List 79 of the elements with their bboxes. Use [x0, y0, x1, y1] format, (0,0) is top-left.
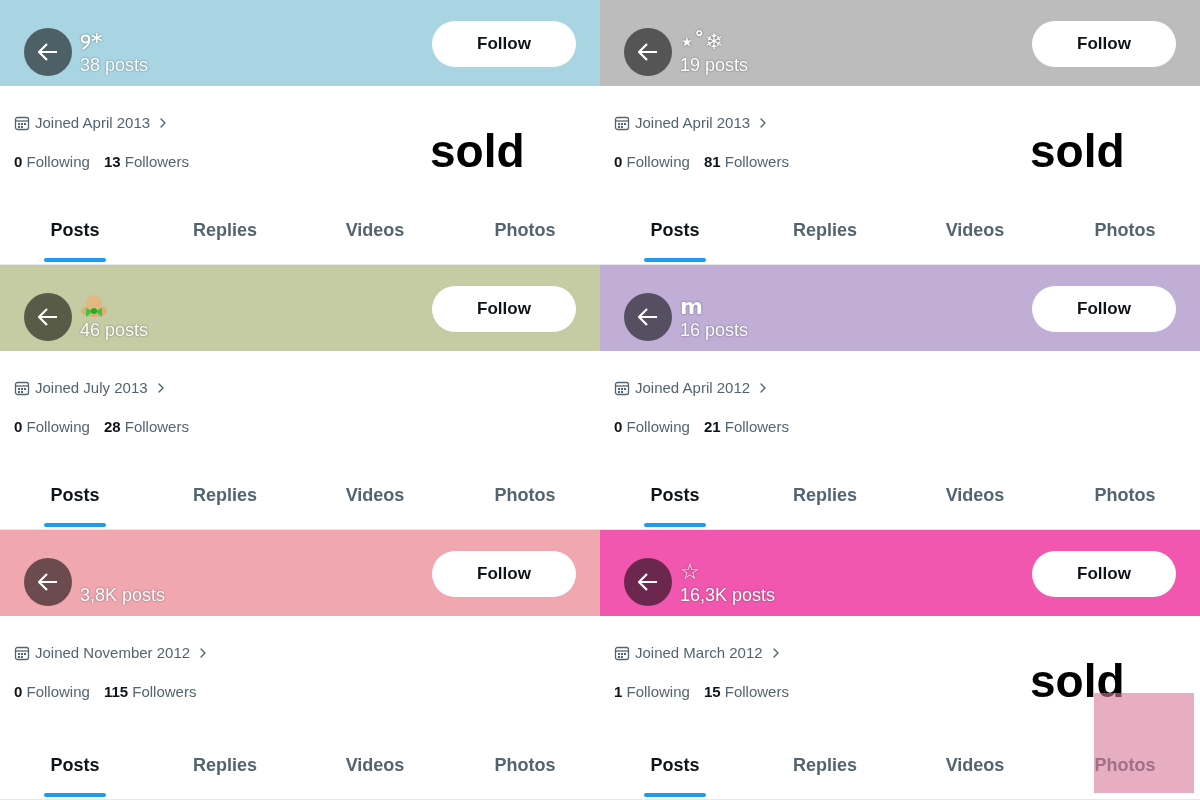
profile-tab[interactable]: Videos	[900, 461, 1050, 529]
joined-date: Joined July 2013	[35, 379, 148, 396]
back-button[interactable]	[624, 293, 672, 341]
profile-tab[interactable]: Replies	[750, 196, 900, 264]
back-arrow-icon	[638, 43, 658, 61]
profile-tab[interactable]: Photos	[450, 196, 600, 264]
profile-tab[interactable]: Replies	[750, 461, 900, 529]
following-count[interactable]: 0 Following	[14, 153, 90, 170]
profile-tab[interactable]: Replies	[150, 731, 300, 799]
profile-tab[interactable]: Replies	[150, 196, 300, 264]
profile-tab[interactable]: Photos	[1050, 196, 1200, 264]
following-count[interactable]: 0 Following	[614, 418, 690, 435]
post-count: 19 posts	[680, 54, 750, 76]
profile-tab[interactable]: Videos	[300, 196, 450, 264]
calendar-icon	[614, 114, 630, 131]
profile-tab[interactable]: Videos	[900, 196, 1050, 264]
post-count: 38 posts	[80, 54, 150, 76]
follow-button[interactable]: Follow	[1032, 551, 1176, 597]
back-button[interactable]	[624, 28, 672, 76]
profile-tab[interactable]: Posts	[0, 196, 150, 264]
following-count[interactable]: 1 Following	[614, 683, 690, 700]
follow-button[interactable]: Follow	[1032, 21, 1176, 67]
back-arrow-icon	[38, 573, 58, 591]
profile-tab[interactable]: Posts	[0, 731, 150, 799]
profile-tab[interactable]: Videos	[900, 731, 1050, 799]
calendar-icon	[614, 379, 630, 396]
calendar-icon	[14, 379, 30, 396]
profile-tab[interactable]: Photos	[450, 731, 600, 799]
follow-button[interactable]: Follow	[432, 551, 576, 597]
profile-tab[interactable]: Videos	[300, 461, 450, 529]
joined-date: Joined March 2012	[635, 644, 763, 661]
post-count: 16 posts	[680, 319, 750, 341]
post-count: 46 posts	[80, 319, 150, 341]
profile-name: ☆	[680, 560, 701, 584]
follow-button[interactable]: Follow	[1032, 286, 1176, 332]
profile-tab[interactable]: Photos	[1050, 461, 1200, 529]
profile-tab[interactable]: Replies	[150, 461, 300, 529]
followers-count[interactable]: 21 Followers	[703, 418, 789, 435]
calendar-icon	[14, 644, 30, 661]
joined-date: Joined April 2012	[635, 379, 751, 396]
back-button[interactable]	[624, 558, 672, 606]
followers-count[interactable]: 28 Followers	[103, 418, 189, 435]
profile-tab[interactable]: Replies	[750, 731, 900, 799]
following-count[interactable]: 0 Following	[14, 418, 90, 435]
back-arrow-icon	[638, 573, 658, 591]
back-arrow-icon	[38, 308, 58, 326]
joined-date: Joined April 2013	[35, 114, 151, 131]
profile-tab[interactable]: Posts	[600, 461, 750, 529]
followers-count[interactable]: 13 Followers	[103, 153, 189, 170]
followers-count[interactable]: 115 Followers	[103, 683, 197, 700]
back-arrow-icon	[38, 43, 58, 61]
following-count[interactable]: 0 Following	[614, 153, 690, 170]
followers-count[interactable]: 15 Followers	[703, 683, 789, 700]
back-button[interactable]	[24, 28, 72, 76]
back-arrow-icon	[638, 308, 658, 326]
back-button[interactable]	[24, 558, 72, 606]
following-count[interactable]: 0 Following	[14, 683, 90, 700]
profile-tab[interactable]: Videos	[300, 731, 450, 799]
back-button[interactable]	[24, 293, 72, 341]
joined-date: Joined April 2013	[635, 114, 751, 131]
sold-label: sold	[1030, 654, 1125, 708]
profile-name: ୨*	[80, 30, 104, 54]
sold-label: sold	[1030, 124, 1125, 178]
profile-tab[interactable]: Posts	[600, 196, 750, 264]
follow-button[interactable]: Follow	[432, 286, 576, 332]
profile-tab[interactable]: Photos	[450, 461, 600, 529]
sold-label: sold	[430, 124, 525, 178]
profile-name: ⋆˚❄	[680, 30, 725, 54]
hat-icon	[80, 293, 108, 319]
profile-tab[interactable]: Posts	[600, 731, 750, 799]
follow-button[interactable]: Follow	[432, 21, 576, 67]
followers-count[interactable]: 81 Followers	[703, 153, 789, 170]
profile-tab[interactable]: Posts	[0, 461, 150, 529]
calendar-icon	[614, 644, 630, 661]
profile-name: m	[680, 295, 704, 319]
calendar-icon	[14, 114, 30, 131]
post-count: 3,8K posts	[80, 584, 167, 606]
post-count: 16,3K posts	[680, 584, 777, 606]
joined-date: Joined November 2012	[35, 644, 191, 661]
